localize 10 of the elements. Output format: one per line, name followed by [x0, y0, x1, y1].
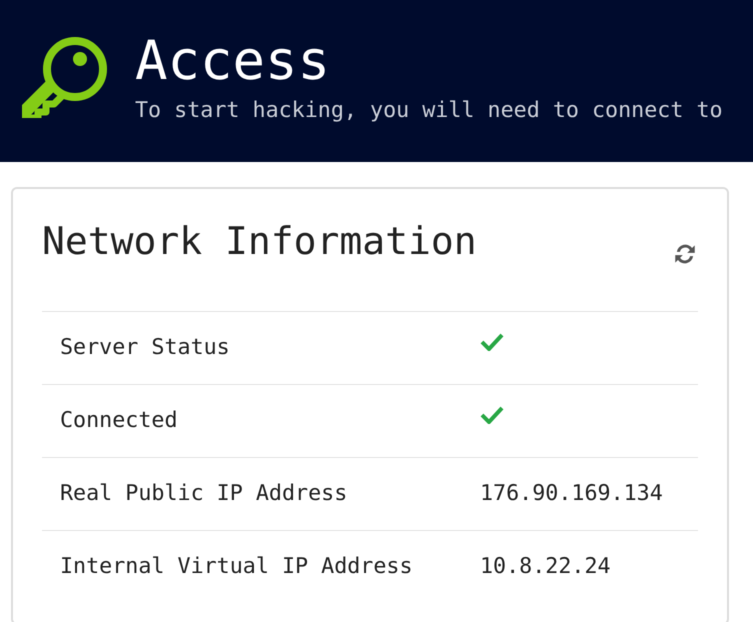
row-label: Internal Virtual IP Address	[60, 554, 413, 579]
key-icon	[22, 36, 108, 118]
page-subtitle: To start hacking, you will need to connect to	[135, 98, 723, 124]
page-title: Access	[135, 34, 332, 88]
row-label: Real Public IP Address	[60, 480, 348, 506]
card-title: Network Information	[42, 219, 477, 265]
row-value: 176.90.169.134	[480, 480, 663, 506]
row-label: Connected	[60, 408, 178, 433]
row-value: 10.8.22.24	[480, 554, 611, 579]
row-label: Server Status	[60, 334, 230, 360]
